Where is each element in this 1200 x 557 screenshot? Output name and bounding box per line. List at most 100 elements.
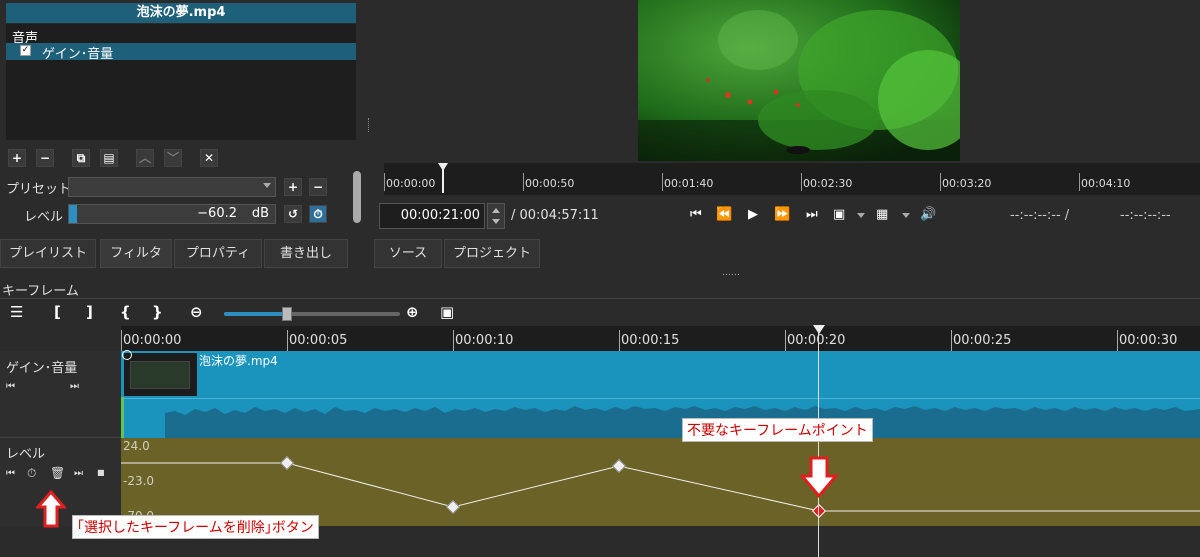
trim-in-button[interactable]: [ — [54, 303, 61, 321]
close-icon: ✕ — [203, 151, 215, 165]
move-down-button[interactable]: ﹀ — [164, 149, 182, 167]
spin-up-icon[interactable] — [492, 208, 500, 213]
rewind-button[interactable]: ⏪ — [716, 207, 732, 222]
tab-export[interactable]: 書き出し — [264, 239, 348, 268]
ruler-label: 00:00:15 — [621, 333, 680, 348]
zoom-slider-handle[interactable] — [282, 307, 292, 321]
level-slider[interactable]: −60.2 dB — [68, 204, 276, 224]
zoom-in-icon: ⊕ — [406, 303, 419, 321]
grid-button[interactable]: ▦ — [876, 207, 888, 222]
current-time-field[interactable]: 00:00:21:00 — [379, 203, 485, 229]
stop-icon[interactable]: ■ — [97, 468, 105, 477]
remove-filter-button[interactable]: − — [36, 149, 54, 167]
ruler-tick — [1117, 330, 1118, 351]
paste-filter-button[interactable]: ▤ — [100, 149, 118, 167]
trim-out-button[interactable]: ] — [86, 303, 93, 321]
zoom-out-icon: ⊖ — [190, 303, 203, 321]
fast-forward-button[interactable]: ⏩ — [774, 207, 790, 222]
zoom-view-button[interactable]: ▣ — [833, 207, 845, 222]
playhead-marker[interactable] — [813, 325, 825, 334]
splitter-handle[interactable] — [368, 118, 371, 132]
chevron-up-icon: ︿ — [138, 151, 151, 165]
level-label: レベル — [24, 210, 64, 225]
copy-filter-button[interactable]: ⧉ — [72, 149, 90, 167]
prev-keyframe-icon[interactable]: ⏮ — [6, 381, 15, 392]
in-point-display: --:--:--:-- / — [1010, 208, 1070, 223]
ruler-tick — [662, 173, 663, 191]
fade-handle-icon[interactable] — [122, 350, 132, 360]
ruler-tick — [121, 330, 122, 351]
clip-track[interactable]: 泡沫の夢.mp4 — [121, 350, 1200, 438]
reset-level-button[interactable]: ↺ — [284, 205, 302, 223]
time-spin-buttons[interactable] — [487, 203, 505, 229]
move-up-button[interactable]: ︿ — [136, 149, 154, 167]
paste-icon: ▤ — [103, 151, 115, 165]
zoom-slider-fill — [224, 312, 286, 316]
add-filter-button[interactable]: + — [8, 149, 26, 167]
bracket-left-icon: [ — [54, 303, 61, 321]
filter-panel: 泡沫の夢.mp4 音声 ✓ ゲイン･音量 — [0, 0, 362, 170]
deselect-filter-button[interactable]: ✕ — [200, 149, 218, 167]
keyframes-ruler[interactable]: 00:00:00 00:00:05 00:00:10 00:00:15 00:0… — [121, 326, 1200, 351]
zoom-in-button[interactable]: ⊕ — [406, 303, 419, 321]
clip-name: 泡沫の夢.mp4 — [199, 354, 278, 368]
animate-out-button[interactable]: } — [152, 303, 163, 321]
animate-in-button[interactable]: { — [120, 303, 131, 321]
tab-source[interactable]: ソース — [374, 239, 442, 268]
filter-enable-checkbox[interactable]: ✓ — [20, 45, 31, 56]
scrollbar-handle[interactable] — [353, 171, 361, 223]
filter-list[interactable]: 音声 ✓ ゲイン･音量 — [6, 24, 356, 140]
menu-button[interactable]: ☰ — [10, 303, 23, 321]
level-value[interactable]: −60.2 — [197, 206, 237, 221]
track-header-clip[interactable]: ゲイン･音量 ⏮ ⏭ — [0, 351, 121, 438]
volume-button[interactable]: 🔊 — [920, 207, 936, 222]
ruler-label: 00:00:30 — [1119, 333, 1178, 348]
next-keyframe-icon[interactable]: ⏭ — [74, 468, 83, 479]
brace-left-icon: { — [120, 303, 131, 321]
preset-label: プリセット — [6, 182, 72, 197]
skip-to-start-button[interactable]: ⏮ — [690, 207, 702, 222]
ruler-label: 00:00:25 — [953, 333, 1012, 348]
player-playhead-line — [442, 167, 444, 193]
trash-icon[interactable]: 🗑 — [50, 466, 65, 480]
stopwatch-icon[interactable]: ⏱ — [27, 466, 36, 481]
tab-project[interactable]: プロジェクト — [444, 239, 540, 268]
ruler-tick — [801, 173, 802, 191]
tab-playlist[interactable]: プレイリスト — [0, 239, 96, 268]
track-clip-label: ゲイン･音量 — [6, 361, 78, 376]
chevron-down-icon: ﹀ — [166, 151, 179, 165]
tab-properties[interactable]: プロパティ — [174, 239, 262, 268]
chevron-down-icon[interactable] — [902, 213, 910, 218]
zoom-fit-button[interactable]: ▣ — [440, 303, 454, 321]
stopwatch-icon: ⏱ — [313, 207, 323, 221]
prev-keyframe-icon[interactable]: ⏮ — [6, 468, 15, 479]
ruler-label: 00:00:20 — [787, 333, 846, 348]
tab-filters[interactable]: フィルタ — [100, 239, 172, 268]
save-preset-button[interactable]: + — [284, 178, 302, 196]
skip-to-end-button[interactable]: ⏭ — [806, 207, 818, 222]
ruler-label: 00:04:10 — [1081, 177, 1131, 190]
clip-thumbnail — [124, 353, 197, 396]
chevron-down-icon — [263, 183, 271, 188]
player-scrubber[interactable]: 00:00:00 00:00:50 00:01:40 00:02:30 00:0… — [384, 163, 1200, 195]
filter-item-gain[interactable]: ✓ ゲイン･音量 — [6, 43, 356, 62]
play-button[interactable]: ▶ — [748, 207, 758, 222]
spin-down-icon[interactable] — [492, 219, 500, 224]
preset-select[interactable] — [68, 177, 276, 197]
keyframe-toggle-button[interactable]: ⏱ — [309, 205, 327, 223]
filter-file-title: 泡沫の夢.mp4 — [6, 3, 356, 23]
ruler-tick — [940, 173, 941, 191]
arrow-down-icon — [800, 456, 838, 498]
ruler-tick — [453, 330, 454, 351]
zoom-out-button[interactable]: ⊖ — [190, 303, 203, 321]
clip-start-marker — [121, 397, 124, 438]
next-keyframe-icon[interactable]: ⏭ — [70, 381, 79, 392]
zoom-slider[interactable] — [224, 307, 400, 321]
ruler-tick — [384, 173, 385, 191]
ruler-tick — [951, 330, 952, 351]
level-keyframe-track[interactable]: 24.0 -23.0 -70.0 — [121, 438, 1200, 526]
chevron-down-icon[interactable] — [857, 213, 865, 218]
undo-icon: ↺ — [287, 207, 299, 221]
delete-preset-button[interactable]: − — [309, 178, 327, 196]
panel-resize-handle[interactable]: …… — [722, 268, 740, 278]
